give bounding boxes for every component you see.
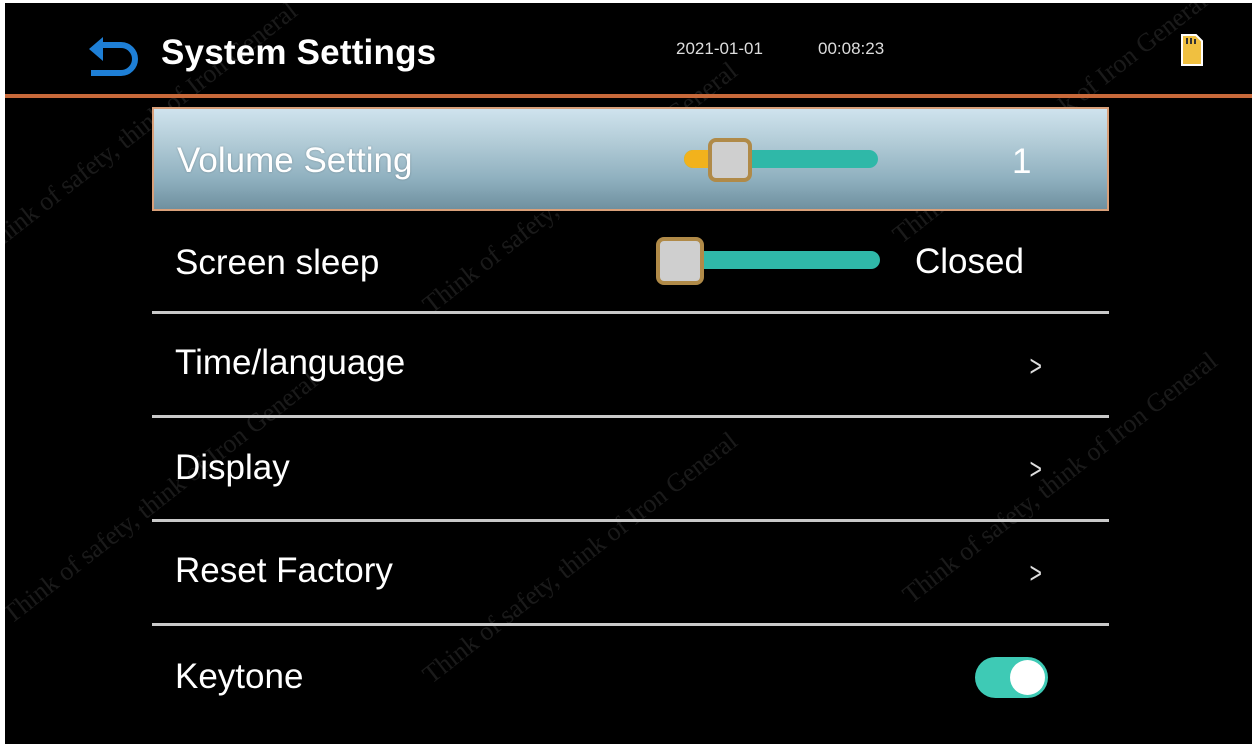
volume-slider-thumb[interactable]: [708, 138, 752, 182]
settings-screen: Think of safety, think of Iron General T…: [5, 3, 1252, 744]
keytone-toggle[interactable]: [975, 657, 1048, 698]
screen-sleep-value: Closed: [915, 242, 1024, 281]
reset-factory-label: Reset Factory: [175, 551, 393, 590]
volume-setting-label: Volume Setting: [177, 141, 413, 180]
time-language-label: Time/language: [175, 343, 406, 382]
sd-card-icon: [1179, 33, 1205, 67]
page-title: System Settings: [161, 33, 437, 72]
screen-sleep-slider-thumb[interactable]: [656, 237, 704, 285]
reset-factory-row[interactable]: Reset Factory >: [152, 522, 1109, 622]
header-bar: System Settings 2021-01-01 00:08:23: [5, 3, 1252, 93]
back-arrow-icon[interactable]: [81, 29, 143, 77]
screen-sleep-label: Screen sleep: [175, 243, 380, 282]
volume-slider[interactable]: [684, 138, 878, 184]
time-display: 00:08:23: [818, 39, 885, 58]
date-display: 2021-01-01: [676, 39, 763, 58]
keytone-row[interactable]: Keytone: [152, 626, 1109, 726]
chevron-right-icon: >: [1030, 350, 1043, 383]
time-language-row[interactable]: Time/language >: [152, 314, 1109, 414]
volume-value: 1: [1012, 142, 1032, 181]
chevron-right-icon: >: [1030, 557, 1043, 590]
display-label: Display: [175, 448, 290, 487]
keytone-toggle-knob: [1010, 660, 1045, 695]
chevron-right-icon: >: [1030, 453, 1043, 486]
screen-sleep-slider[interactable]: [656, 237, 880, 285]
header-divider: [5, 94, 1252, 98]
volume-setting-row[interactable]: Volume Setting: [152, 107, 1109, 211]
display-row[interactable]: Display >: [152, 418, 1109, 518]
keytone-label: Keytone: [175, 657, 304, 696]
